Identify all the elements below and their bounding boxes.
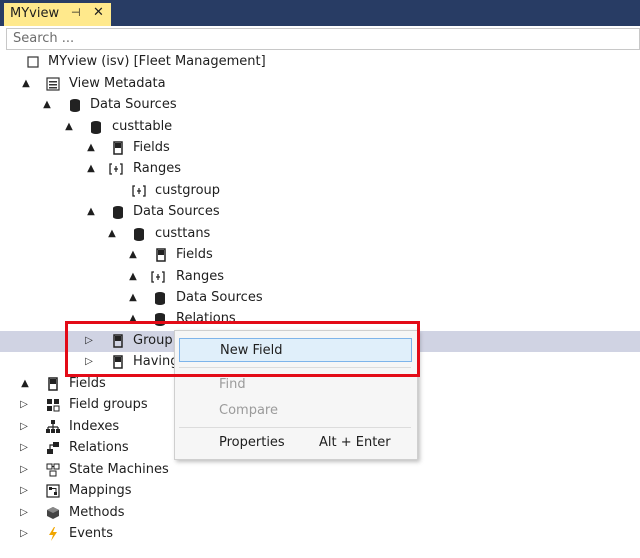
tree-node[interactable]: ▲ Ranges	[0, 267, 640, 288]
datasource-icon	[153, 312, 167, 326]
expand-arrow-icon[interactable]: ▲	[127, 248, 139, 262]
expand-arrow-icon[interactable]: ▲	[41, 98, 53, 112]
expand-arrow-icon[interactable]: ▲	[127, 312, 139, 326]
expand-arrow-icon[interactable]: ▲	[106, 227, 118, 241]
collapse-arrow-icon[interactable]: ▷	[18, 441, 30, 455]
methods-icon	[46, 506, 60, 520]
tree-node[interactable]: ▲ Data Sources	[0, 288, 640, 309]
tree-node-label: Relations	[176, 311, 236, 326]
properties-shortcut: Alt + Enter	[319, 435, 391, 450]
tree-node[interactable]: ▲ View Metadata	[0, 74, 640, 95]
collapse-arrow-icon[interactable]: ▷	[18, 463, 30, 477]
range-icon	[151, 270, 165, 284]
expand-arrow-icon[interactable]: ▲	[127, 270, 139, 284]
expand-arrow-icon[interactable]: ▲	[85, 141, 97, 155]
tree-node[interactable]: custgroup	[0, 181, 640, 202]
field-icon	[154, 248, 168, 262]
tree-node-label: Group	[133, 333, 173, 348]
collapse-arrow-icon[interactable]: ▷	[83, 355, 95, 369]
tree-node-label: State Machines	[69, 462, 169, 477]
field-icon	[111, 334, 125, 348]
tree-node[interactable]: ▷ Mappings	[0, 481, 640, 502]
state-machines-icon	[46, 463, 60, 477]
tree-node-label: Ranges	[133, 161, 181, 176]
events-icon	[46, 527, 60, 541]
tree-node-label: Indexes	[69, 419, 120, 434]
tree-node[interactable]: ▲ Fields	[0, 245, 640, 266]
new-field-menu-item[interactable]: New Field	[179, 338, 412, 362]
tree-node-label: custtans	[155, 226, 211, 241]
datasource-icon	[153, 291, 167, 305]
collapse-arrow-icon[interactable]: ▷	[83, 334, 95, 348]
menu-separator	[179, 427, 411, 428]
tree-node[interactable]: ▲ Fields	[0, 138, 640, 159]
relations-icon	[46, 441, 60, 455]
tree-node[interactable]: ▲ Data Sources	[0, 95, 640, 116]
find-menu-item[interactable]: Find	[219, 377, 246, 392]
field-icon	[111, 141, 125, 155]
tree-node[interactable]: ▷ Methods	[0, 503, 640, 524]
compare-menu-item[interactable]: Compare	[219, 403, 278, 418]
metadata-icon	[46, 77, 60, 91]
view-root-icon	[26, 55, 40, 69]
new-field-label: New Field	[220, 343, 283, 358]
tree-node-label: Fields	[133, 140, 170, 155]
tree-node-label: Field groups	[69, 397, 148, 412]
expand-arrow-icon[interactable]: ▲	[19, 377, 31, 391]
tree-node[interactable]: MYview (isv) [Fleet Management]	[0, 52, 640, 73]
tree-node-label: Fields	[69, 376, 106, 391]
tree-node-label: Data Sources	[176, 290, 263, 305]
datasource-icon	[89, 120, 103, 134]
tree-node-label: Data Sources	[133, 204, 220, 219]
context-menu: New Field Find Compare Properties Alt + …	[174, 330, 418, 460]
tree-node[interactable]: ▷ State Machines	[0, 460, 640, 481]
expand-arrow-icon[interactable]: ▲	[20, 77, 32, 91]
range-icon	[132, 184, 146, 198]
tree-node-label: Data Sources	[90, 97, 177, 112]
tree-node[interactable]: ▲ custtable	[0, 117, 640, 138]
tree-node[interactable]: ▲ Data Sources	[0, 202, 640, 223]
field-groups-icon	[46, 398, 60, 412]
collapse-arrow-icon[interactable]: ▷	[18, 527, 30, 541]
collapse-arrow-icon[interactable]: ▷	[18, 506, 30, 520]
tree-view: MYview (isv) [Fleet Management] ▲ View Met…	[0, 0, 640, 558]
field-icon	[111, 355, 125, 369]
expand-arrow-icon[interactable]: ▲	[127, 291, 139, 305]
tree-node-label: Methods	[69, 505, 125, 520]
tree-node-label: custtable	[112, 119, 173, 134]
mappings-icon	[46, 484, 60, 498]
range-icon	[109, 162, 123, 176]
menu-separator	[179, 367, 411, 368]
indexes-icon	[46, 420, 60, 434]
properties-label: Properties	[219, 435, 285, 450]
expand-arrow-icon[interactable]: ▲	[85, 205, 97, 219]
expand-arrow-icon[interactable]: ▲	[63, 120, 75, 134]
datasource-icon	[111, 205, 125, 219]
tree-node-label: Ranges	[176, 269, 224, 284]
tree-node-label: Fields	[176, 247, 213, 262]
tree-node[interactable]: ▲ Ranges	[0, 159, 640, 180]
collapse-arrow-icon[interactable]: ▷	[18, 398, 30, 412]
datasource-icon	[68, 98, 82, 112]
collapse-arrow-icon[interactable]: ▷	[18, 484, 30, 498]
properties-menu-item[interactable]: Properties	[219, 435, 285, 450]
tree-node[interactable]: ▲ Relations	[0, 309, 640, 330]
collapse-arrow-icon[interactable]: ▷	[18, 420, 30, 434]
expand-arrow-icon[interactable]: ▲	[85, 162, 97, 176]
tree-node-label: MYview (isv) [Fleet Management]	[48, 54, 266, 69]
tree-node-label: custgroup	[155, 183, 221, 198]
tree-node-label: View Metadata	[69, 76, 166, 91]
tree-node-label: Having	[133, 354, 179, 369]
tree-node-label: Events	[69, 526, 114, 541]
tree-node[interactable]: ▲ custtans	[0, 224, 640, 245]
tree-node[interactable]: ▷ Events	[0, 524, 640, 545]
tree-node-label: Relations	[69, 440, 129, 455]
datasource-icon	[132, 227, 146, 241]
field-icon	[46, 377, 60, 391]
tree-node-label: Mappings	[69, 483, 132, 498]
